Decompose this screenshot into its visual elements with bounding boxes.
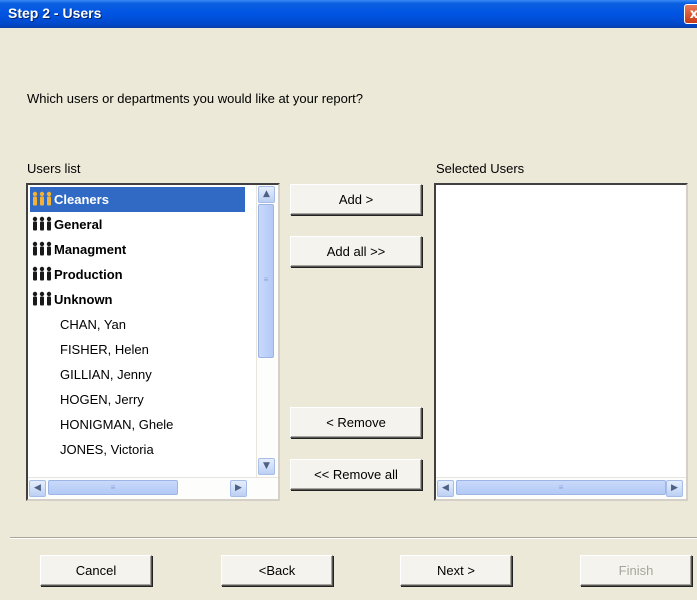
finish-button[interactable]: Finish — [580, 555, 692, 586]
list-item-label: HONIGMAN, Ghele — [60, 417, 174, 432]
user-list-item[interactable]: HOGEN, Jerry — [30, 387, 245, 412]
horizontal-scroll-thumb[interactable]: ≡ — [48, 480, 178, 495]
remove-button[interactable]: < Remove — [290, 407, 422, 438]
add-all-button[interactable]: Add all >> — [290, 236, 422, 267]
users-listbox[interactable]: Cleaners General Managment Production Un… — [26, 183, 280, 501]
group-people-icon — [32, 266, 52, 281]
selected-users-label: Selected Users — [436, 161, 525, 176]
selected-horizontal-scrollbar[interactable]: ◀ ≡ ▶ — [436, 477, 686, 499]
user-list-item[interactable]: HONIGMAN, Ghele — [30, 412, 245, 437]
scroll-right-icon[interactable]: ▶ — [230, 480, 247, 497]
add-button[interactable]: Add > — [290, 184, 422, 215]
list-item-label: HOGEN, Jerry — [60, 392, 144, 407]
list-item-label: CHAN, Yan — [60, 317, 126, 332]
list-item-label: JONES, Victoria — [60, 442, 154, 457]
selected-users-listbox[interactable]: ◀ ≡ ▶ — [434, 183, 688, 501]
list-item-label: Production — [54, 267, 123, 282]
user-list-item[interactable]: JONES, Victoria — [30, 437, 245, 462]
group-list-item[interactable]: Unknown — [30, 287, 245, 312]
group-list-item[interactable]: Managment — [30, 237, 245, 262]
list-item-label: GILLIAN, Jenny — [60, 367, 152, 382]
scroll-left-icon[interactable]: ◀ — [437, 480, 454, 497]
scroll-right-icon[interactable]: ▶ — [666, 480, 683, 497]
list-item-label: Cleaners — [54, 192, 109, 207]
next-button[interactable]: Next > — [400, 555, 512, 586]
group-people-icon — [32, 241, 52, 256]
close-button[interactable]: x — [684, 4, 697, 24]
group-list-item[interactable]: Production — [30, 262, 245, 287]
list-item-label: Unknown — [54, 292, 113, 307]
users-horizontal-scrollbar[interactable]: ◀ ≡ ▶ — [28, 477, 278, 499]
grip-icon: ≡ — [263, 275, 269, 284]
remove-all-button[interactable]: << Remove all — [290, 459, 422, 490]
group-people-icon — [32, 191, 52, 206]
users-list-label: Users list — [27, 161, 81, 176]
vertical-scroll-thumb[interactable]: ≡ — [258, 204, 274, 358]
scroll-up-icon[interactable]: ▲ — [258, 186, 275, 203]
horizontal-scroll-thumb[interactable]: ≡ — [456, 480, 666, 495]
group-people-icon — [32, 291, 52, 306]
group-list-item[interactable]: Cleaners — [30, 187, 245, 212]
users-vertical-scrollbar[interactable]: ▲ ≡ ▼ — [256, 185, 277, 477]
user-list-item[interactable]: FISHER, Helen — [30, 337, 245, 362]
close-icon: x — [689, 7, 697, 22]
back-button[interactable]: <Back — [221, 555, 333, 586]
list-item-label: FISHER, Helen — [60, 342, 149, 357]
scroll-down-icon[interactable]: ▼ — [258, 458, 275, 475]
list-item-label: General — [54, 217, 103, 232]
group-list-item[interactable]: General — [30, 212, 245, 237]
footer-divider — [10, 537, 697, 539]
window-title: Step 2 - Users — [8, 5, 102, 21]
users-list-items: Cleaners General Managment Production Un… — [30, 187, 245, 462]
cancel-button[interactable]: Cancel — [40, 555, 152, 586]
question-text: Which users or departments you would lik… — [27, 91, 363, 106]
group-people-icon — [32, 216, 52, 231]
grip-icon: ≡ — [558, 483, 564, 492]
title-bar[interactable]: Step 2 - Users x — [0, 0, 697, 28]
scroll-left-icon[interactable]: ◀ — [29, 480, 46, 497]
user-list-item[interactable]: CHAN, Yan — [30, 312, 245, 337]
grip-icon: ≡ — [110, 483, 116, 492]
list-item-label: Managment — [54, 242, 127, 257]
user-list-item[interactable]: GILLIAN, Jenny — [30, 362, 245, 387]
